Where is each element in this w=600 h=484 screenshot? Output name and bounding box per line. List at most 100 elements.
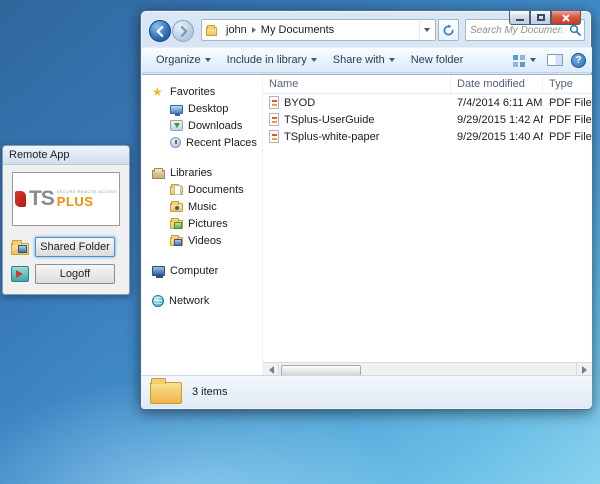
address-dropdown-button[interactable] — [419, 21, 433, 39]
shared-folder-icon — [11, 243, 29, 255]
tsplus-logo-plus: PLUS — [57, 195, 117, 208]
file-row[interactable]: BYOD 7/4/2014 6:11 AM PDF File — [263, 94, 592, 111]
column-header-date-modified[interactable]: Date modified — [451, 75, 543, 93]
remote-app-titlebar[interactable]: Remote App — [3, 146, 129, 165]
videos-icon — [170, 237, 183, 246]
sidebar-group-libraries[interactable]: Libraries — [142, 164, 261, 181]
sidebar-item-computer[interactable]: Computer — [142, 262, 261, 279]
new-folder-button[interactable]: New folder — [403, 49, 472, 71]
breadcrumb-separator-icon — [252, 27, 256, 33]
music-icon — [170, 203, 183, 212]
tsplus-logo: TS SECURE REMOTE ACCESS PLUS — [12, 172, 120, 226]
recent-places-label: Recent Places — [186, 137, 257, 149]
navigation-pane: ★ Favorites Desktop Downloads Recent Pla… — [142, 75, 261, 377]
help-icon: ? — [575, 55, 581, 66]
items-count: 3 items — [192, 386, 227, 398]
libraries-label: Libraries — [170, 167, 212, 179]
sidebar-item-downloads[interactable]: Downloads — [142, 117, 261, 134]
new-folder-label: New folder — [411, 54, 464, 66]
column-header-name[interactable]: Name — [263, 75, 451, 93]
minimize-icon — [516, 19, 524, 21]
status-bar: 3 items — [142, 375, 592, 408]
desktop: john My Documents Organi — [0, 0, 600, 484]
pdf-file-icon — [269, 130, 279, 143]
libraries-icon — [152, 170, 165, 179]
sidebar-spacer — [142, 151, 261, 164]
music-label: Music — [188, 201, 217, 213]
views-button[interactable] — [510, 49, 539, 71]
documents-label: Documents — [188, 184, 244, 196]
pdf-file-icon — [269, 113, 279, 126]
organize-button[interactable]: Organize — [148, 49, 219, 71]
file-list-pane: Name Date modified Type BYOD 7/4/2014 6:… — [262, 75, 592, 377]
logoff-row: Logoff — [11, 264, 115, 284]
shared-folder-row: Shared Folder — [11, 237, 115, 257]
sidebar-item-pictures[interactable]: Pictures — [142, 215, 261, 232]
include-in-library-label: Include in library — [227, 54, 307, 66]
pdf-file-icon — [269, 96, 279, 109]
column-header-type[interactable]: Type — [543, 75, 592, 93]
file-row[interactable]: TSplus-UserGuide 9/29/2015 1:42 AM PDF F… — [263, 111, 592, 128]
share-with-button[interactable]: Share with — [325, 49, 403, 71]
explorer-main: ★ Favorites Desktop Downloads Recent Pla… — [142, 74, 592, 377]
file-name: BYOD — [284, 97, 315, 109]
documents-icon — [170, 186, 183, 195]
tsplus-logo-ts: TS — [29, 187, 54, 211]
refresh-icon — [442, 24, 455, 37]
downloads-label: Downloads — [188, 120, 242, 132]
breadcrumb-item-user[interactable]: john — [222, 24, 251, 36]
sidebar-item-documents[interactable]: Documents — [142, 181, 261, 198]
command-bar: Organize Include in library Share with N… — [142, 47, 592, 73]
minimize-button[interactable] — [509, 11, 530, 25]
breadcrumb-item-folder[interactable]: My Documents — [257, 24, 338, 36]
folder-icon — [150, 382, 182, 404]
downloads-icon — [170, 120, 183, 131]
network-icon — [152, 295, 164, 307]
sidebar-item-network[interactable]: Network — [142, 292, 261, 309]
share-with-label: Share with — [333, 54, 385, 66]
preview-pane-button[interactable] — [547, 54, 563, 66]
chevron-down-icon — [530, 58, 536, 65]
back-arrow-icon — [155, 26, 166, 37]
sidebar-item-desktop[interactable]: Desktop — [142, 100, 261, 117]
favorites-label: Favorites — [170, 86, 215, 98]
remote-app-window: Remote App TS SECURE REMOTE ACCESS PLUS … — [2, 145, 130, 295]
desktop-label: Desktop — [188, 103, 228, 115]
column-headers: Name Date modified Type — [263, 75, 592, 94]
folder-icon — [206, 27, 217, 36]
forward-button[interactable] — [172, 20, 194, 42]
remote-app-title: Remote App — [9, 149, 70, 161]
maximize-button[interactable] — [530, 11, 551, 25]
sidebar-group-favorites[interactable]: ★ Favorites — [142, 83, 261, 100]
search-icon[interactable] — [566, 24, 584, 37]
shared-folder-button[interactable]: Shared Folder — [35, 237, 115, 257]
include-in-library-button[interactable]: Include in library — [219, 49, 325, 71]
chevron-down-icon — [205, 58, 211, 65]
chevron-down-icon — [311, 58, 317, 65]
videos-label: Videos — [188, 235, 221, 247]
favorites-star-icon: ★ — [152, 86, 165, 98]
file-row[interactable]: TSplus-white-paper 9/29/2015 1:40 AM PDF… — [263, 128, 592, 145]
file-name: TSplus-white-paper — [284, 131, 379, 143]
close-button[interactable] — [551, 11, 581, 25]
address-bar[interactable]: john My Documents — [201, 19, 436, 41]
sidebar-item-music[interactable]: Music — [142, 198, 261, 215]
organize-label: Organize — [156, 54, 201, 66]
logoff-icon — [11, 266, 29, 282]
desktop-icon — [170, 105, 183, 114]
maximize-icon — [537, 14, 545, 21]
arrow-left-icon — [265, 366, 274, 374]
back-button[interactable] — [149, 20, 171, 42]
sidebar-spacer — [142, 279, 261, 292]
help-button[interactable]: ? — [571, 53, 586, 68]
arrow-right-icon — [582, 366, 591, 374]
sidebar-item-videos[interactable]: Videos — [142, 232, 261, 249]
logoff-button[interactable]: Logoff — [35, 264, 115, 284]
window-controls — [509, 11, 581, 25]
computer-icon — [152, 266, 165, 276]
refresh-button[interactable] — [438, 19, 459, 41]
sidebar-item-recent-places[interactable]: Recent Places — [142, 134, 261, 151]
chevron-down-icon — [424, 28, 430, 35]
file-date-modified: 7/4/2014 6:11 AM — [451, 97, 543, 109]
file-name: TSplus-UserGuide — [284, 114, 374, 126]
